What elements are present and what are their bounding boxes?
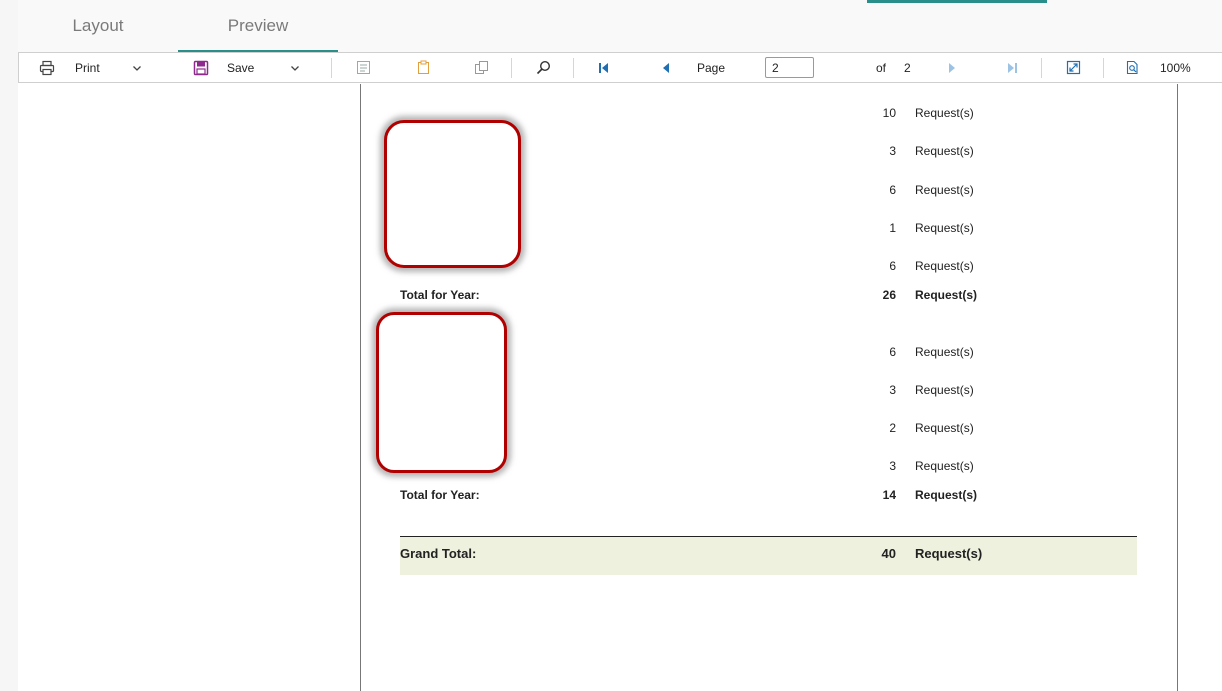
request-unit: Request(s) [915, 345, 974, 359]
request-unit: Request(s) [915, 459, 974, 473]
list-item: 10 Request(s) [860, 106, 1120, 122]
toolbar-separator [1041, 58, 1042, 78]
previous-page-icon[interactable] [659, 53, 673, 82]
request-count: 10 [882, 106, 896, 120]
print-button[interactable]: Print [75, 53, 100, 82]
tab-layout[interactable]: Layout [18, 0, 178, 50]
total-pages: 2 [904, 60, 911, 75]
left-gutter [0, 0, 18, 691]
request-unit: Request(s) [915, 259, 974, 273]
first-page-icon[interactable] [597, 53, 611, 82]
request-count: 6 [889, 183, 896, 197]
zoom-level[interactable]: 100% [1160, 53, 1191, 82]
clipboard-icon[interactable] [416, 53, 431, 82]
request-count: 6 [889, 259, 896, 273]
toolbar-separator [331, 58, 332, 78]
list-item: 3 Request(s) [860, 144, 1120, 160]
zoom-icon[interactable] [1125, 53, 1140, 82]
list-item: 6 Request(s) [860, 183, 1120, 199]
page-left-edge [360, 84, 361, 691]
save-icon[interactable] [193, 53, 209, 82]
last-page-icon[interactable] [1005, 53, 1019, 82]
request-unit: Request(s) [915, 106, 974, 120]
table-of-contents-icon[interactable] [356, 53, 371, 82]
list-item: 2 Request(s) [860, 421, 1120, 437]
year-total-unit: Request(s) [915, 488, 978, 502]
year-total-unit: Request(s) [915, 288, 978, 302]
list-item: 6 Request(s) [860, 345, 1120, 361]
year-total-label: Total for Year: [400, 488, 480, 502]
request-count: 2 [889, 421, 896, 435]
request-unit: Request(s) [915, 221, 974, 235]
tab-preview[interactable]: Preview [178, 0, 338, 52]
request-count: 6 [889, 345, 896, 359]
grand-total-count: 40 [881, 546, 896, 561]
year-total-row: 14 Request(s) [860, 488, 1120, 504]
request-count: 1 [889, 221, 896, 235]
request-count: 3 [889, 459, 896, 473]
report-toolbar: Print Save Page of 2 [18, 52, 1222, 83]
request-count: 3 [889, 144, 896, 158]
request-count: 3 [889, 383, 896, 397]
top-accent-bar [867, 0, 1047, 3]
year-total-row: 26 Request(s) [860, 288, 1120, 304]
list-item: 3 Request(s) [860, 383, 1120, 399]
request-unit: Request(s) [915, 144, 974, 158]
copy-icon[interactable] [474, 53, 489, 82]
fullscreen-icon[interactable] [1066, 53, 1081, 82]
page-number-input[interactable] [765, 57, 814, 78]
grand-total-label: Grand Total: [400, 546, 477, 561]
next-page-icon[interactable] [945, 53, 959, 82]
request-unit: Request(s) [915, 383, 974, 397]
year-total-label: Total for Year: [400, 288, 480, 302]
grand-total-unit: Request(s) [915, 546, 983, 561]
list-item: 1 Request(s) [860, 221, 1120, 237]
toolbar-separator [511, 58, 512, 78]
print-dropdown-chevron-icon[interactable] [132, 53, 142, 82]
toolbar-separator [573, 58, 574, 78]
save-dropdown-chevron-icon[interactable] [290, 53, 300, 82]
year-total-count: 14 [882, 488, 896, 502]
list-item: 3 Request(s) [860, 459, 1120, 475]
search-icon[interactable] [536, 53, 551, 82]
request-unit: Request(s) [915, 183, 974, 197]
save-button[interactable]: Save [227, 53, 254, 82]
redaction-box [384, 120, 521, 268]
request-unit: Request(s) [915, 421, 974, 435]
redaction-box [376, 312, 507, 473]
print-icon[interactable] [39, 53, 55, 82]
list-item: 6 Request(s) [860, 259, 1120, 275]
year-total-count: 26 [882, 288, 896, 302]
grand-total-row: Grand Total: 40 Request(s) [400, 536, 1137, 575]
toolbar-separator [1103, 58, 1104, 78]
of-label: of [876, 60, 887, 75]
page-label: Page [697, 60, 726, 75]
page-right-edge [1177, 84, 1178, 691]
